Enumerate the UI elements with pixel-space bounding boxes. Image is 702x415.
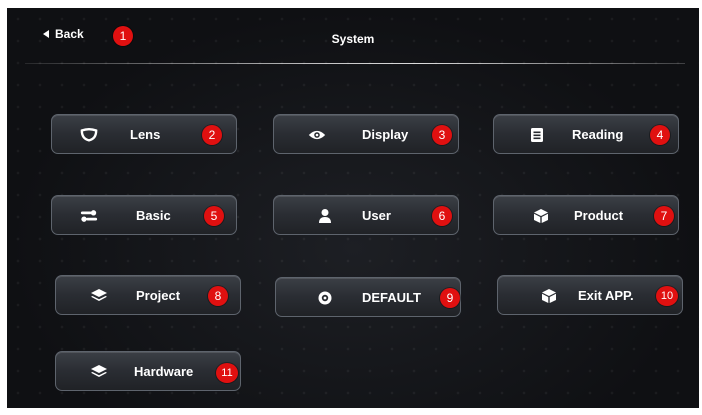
badge-2: 2	[202, 125, 222, 145]
reset-icon	[316, 289, 334, 307]
display-button[interactable]: Display 3	[273, 114, 459, 154]
badge-4: 4	[650, 125, 670, 145]
default-label: DEFAULT	[362, 290, 421, 305]
badge-9: 9	[440, 288, 460, 308]
default-button[interactable]: DEFAULT 9	[275, 277, 461, 317]
box-icon	[540, 287, 558, 305]
basic-label: Basic	[136, 208, 171, 223]
lens-label: Lens	[130, 127, 161, 142]
badge-6: 6	[432, 206, 452, 226]
hardware-button[interactable]: Hardware 11	[55, 351, 241, 391]
basic-button[interactable]: Basic 5	[51, 195, 237, 235]
toggle-settings-icon	[80, 207, 98, 225]
display-label: Display	[362, 127, 409, 142]
lens-button[interactable]: Lens 2	[51, 114, 237, 154]
layers-icon	[90, 287, 108, 305]
header-bar: Back System	[7, 8, 699, 64]
header-divider	[25, 63, 685, 64]
reading-label: Reading	[572, 127, 624, 142]
project-label: Project	[136, 288, 181, 303]
badge-7: 7	[654, 206, 674, 226]
exit-app-button[interactable]: Exit APP. 10	[497, 275, 683, 315]
exit-app-label: Exit APP.	[578, 288, 634, 303]
user-icon	[316, 207, 334, 225]
layers-icon	[90, 363, 108, 381]
badge-11: 11	[216, 363, 238, 383]
badge-5: 5	[204, 206, 224, 226]
project-button[interactable]: Project 8	[55, 275, 241, 315]
badge-1: 1	[113, 26, 133, 46]
eye-icon	[308, 126, 326, 144]
badge-3: 3	[432, 125, 452, 145]
box-icon	[532, 207, 550, 225]
badge-10: 10	[656, 286, 678, 306]
reading-button[interactable]: Reading 4	[493, 114, 679, 154]
user-label: User	[362, 208, 391, 223]
user-button[interactable]: User 6	[273, 195, 459, 235]
badge-8: 8	[208, 286, 228, 306]
product-label: Product	[574, 208, 624, 223]
lens-icon	[80, 126, 98, 144]
product-button[interactable]: Product 7	[493, 195, 679, 235]
system-screen: Back System Lens 2 Display 3 Reading 4 B…	[7, 8, 699, 408]
document-icon	[528, 126, 546, 144]
page-title: System	[331, 32, 375, 46]
hardware-label: Hardware	[134, 364, 194, 379]
